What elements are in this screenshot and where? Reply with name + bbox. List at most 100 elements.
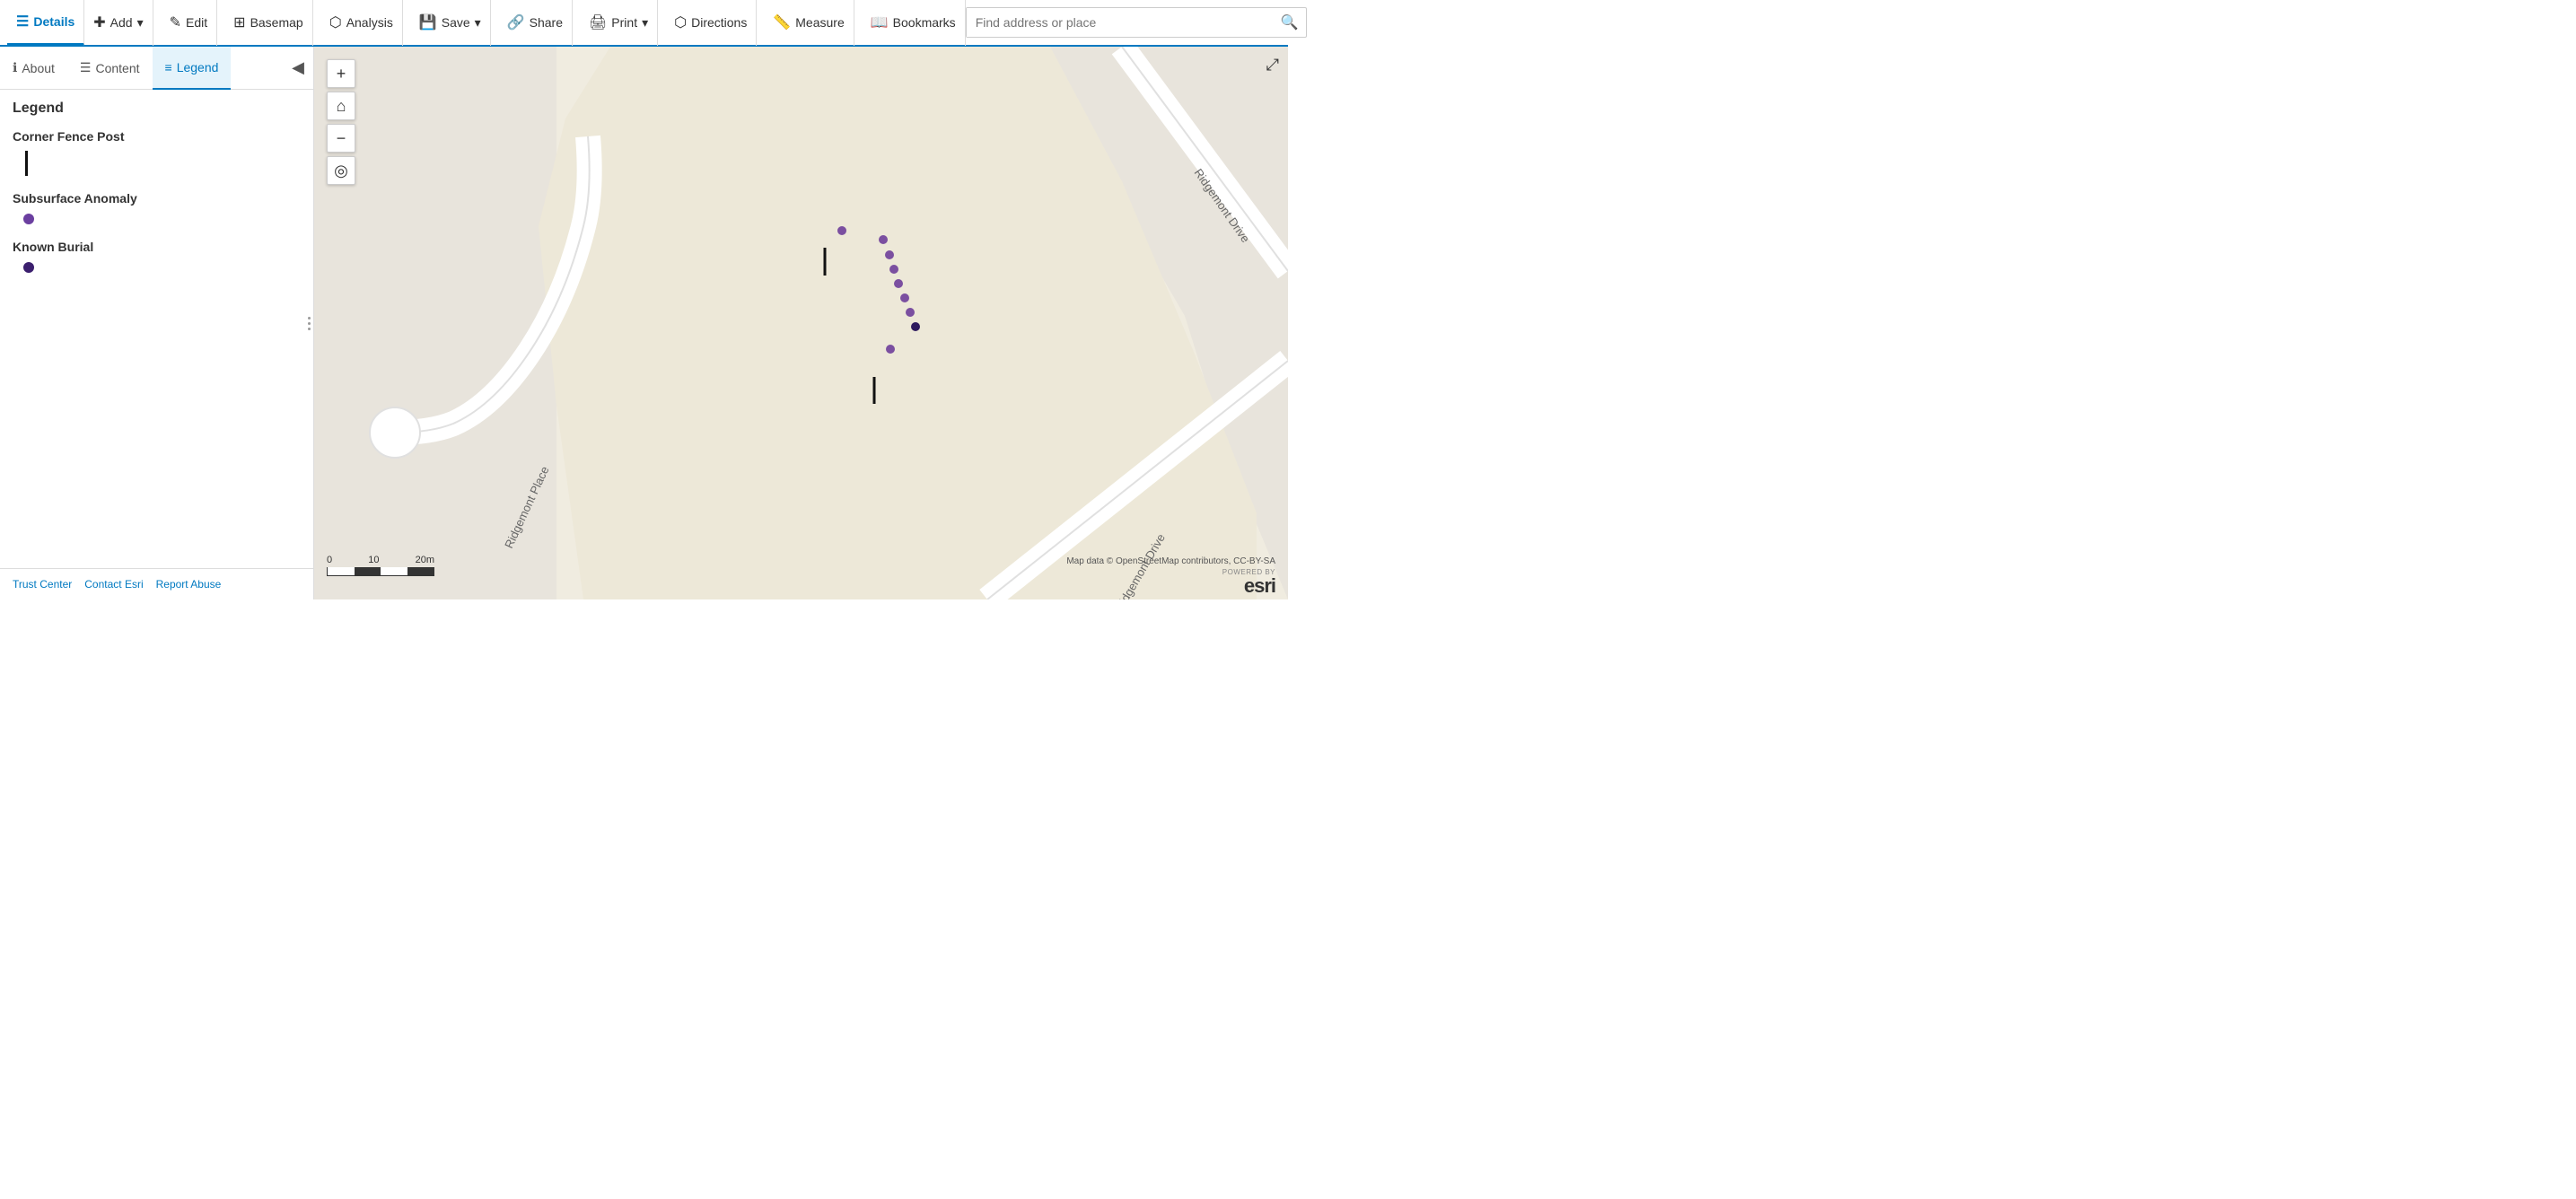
scale-seg-3 (381, 567, 407, 575)
sidebar-collapse-button[interactable]: ◀ (283, 58, 313, 77)
scale-label-0: 0 (327, 555, 332, 565)
print-dropdown-icon: ▾ (642, 15, 648, 31)
home-icon: ⌂ (337, 97, 346, 116)
measure-label: Measure (795, 15, 844, 30)
toolbar-bookmarks[interactable]: 📖 Bookmarks (862, 0, 966, 46)
legend-title: Legend (13, 101, 301, 117)
resize-dot (308, 328, 311, 330)
search-button[interactable]: 🔍 (1274, 13, 1306, 31)
search-input[interactable] (967, 8, 1274, 37)
zoom-in-button[interactable]: + (327, 59, 355, 88)
toolbar-add[interactable]: ✚ Add ▾ (84, 0, 153, 46)
add-dropdown-icon: ▾ (137, 15, 144, 31)
legend-layer-known-burial: Known Burial (13, 240, 301, 254)
map-container[interactable]: Ridgemont Drive Ridgemont Place Ridgemon… (314, 47, 1288, 600)
analysis-icon: ⬡ (329, 13, 342, 31)
esri-logo-text: esri (1244, 576, 1275, 596)
legend-symbol-dot-purple (16, 213, 301, 227)
directions-icon: ⬡ (674, 13, 687, 31)
map-svg: Ridgemont Drive Ridgemont Place Ridgemon… (314, 47, 1288, 600)
trust-center-link[interactable]: Trust Center (13, 578, 72, 591)
legend-icon: ≡ (165, 60, 172, 74)
scale-bar: 0 10 20m (327, 555, 434, 576)
legend-layer-subsurface-anomaly: Subsurface Anomaly (13, 191, 301, 206)
resize-dot (308, 322, 311, 325)
details-icon: ☰ (16, 13, 29, 31)
tab-legend[interactable]: ≡ Legend (153, 47, 232, 90)
toolbar-details[interactable]: ☰ Details (7, 0, 84, 46)
toolbar-directions[interactable]: ⬡ Directions (665, 0, 757, 46)
toolbar-measure[interactable]: 📏 Measure (764, 0, 854, 46)
details-label: Details (33, 14, 74, 29)
content-icon: ☰ (80, 60, 92, 75)
analysis-label: Analysis (346, 15, 393, 30)
measure-icon: 📏 (773, 13, 791, 31)
sidebar-resize-handle[interactable] (304, 305, 313, 341)
toolbar: ☰ Details ✚ Add ▾ ✎ Edit ⊞ Basemap ⬡ Ana… (0, 0, 1288, 47)
scale-labels: 0 10 20m (327, 555, 434, 565)
search-box[interactable]: 🔍 (966, 7, 1307, 38)
legend-symbol-line (16, 151, 301, 179)
add-label: Add (110, 15, 133, 30)
toolbar-analysis[interactable]: ⬡ Analysis (320, 0, 403, 46)
resize-dot (308, 317, 311, 319)
directions-label: Directions (691, 15, 747, 30)
toolbar-save[interactable]: 💾 Save ▾ (410, 0, 491, 46)
legend-label: Legend (177, 60, 219, 74)
content-label: Content (95, 61, 139, 75)
dot-purple-symbol (23, 214, 34, 224)
map-attribution: Map data © OpenStreetMap contributors, C… (1066, 556, 1275, 566)
home-button[interactable]: ⌂ (327, 92, 355, 120)
report-abuse-link[interactable]: Report Abuse (156, 578, 222, 591)
save-label: Save (442, 15, 470, 30)
locate-button[interactable]: ◎ (327, 156, 355, 185)
zoom-in-icon: + (337, 65, 346, 83)
line-symbol (25, 151, 28, 176)
scale-seg-2 (355, 567, 381, 575)
bookmarks-icon: 📖 (871, 13, 889, 31)
basemap-icon: ⊞ (233, 13, 245, 31)
scale-seg-1 (328, 567, 355, 575)
search-icon: 🔍 (1281, 15, 1299, 31)
toolbar-basemap[interactable]: ⊞ Basemap (224, 0, 313, 46)
locate-icon: ◎ (334, 162, 348, 180)
sidebar-footer: Trust Center Contact Esri Report Abuse (0, 568, 313, 600)
scale-label-20: 20m (416, 555, 434, 565)
scale-label-10: 10 (368, 555, 379, 565)
sidebar-tabs: ℹ About ☰ Content ≡ Legend ◀ (0, 47, 313, 90)
add-icon: ✚ (93, 13, 105, 31)
tab-content[interactable]: ☰ Content (67, 47, 153, 90)
bookmarks-label: Bookmarks (893, 15, 956, 30)
zoom-out-button[interactable]: − (327, 124, 355, 153)
about-label: About (22, 61, 55, 75)
tab-about[interactable]: ℹ About (0, 47, 67, 90)
attribution-area: Map data © OpenStreetMap contributors, C… (1066, 556, 1275, 596)
scale-seg-4 (407, 567, 434, 575)
scale-graphic (327, 567, 434, 576)
edit-icon: ✎ (170, 13, 181, 31)
about-icon: ℹ (13, 60, 17, 75)
expand-icon: ⤢ (1266, 56, 1279, 74)
legend-layer-corner-fence-post: Corner Fence Post (13, 129, 301, 144)
map-controls: + ⌂ − ◎ (327, 59, 355, 185)
zoom-out-icon: − (337, 129, 346, 148)
legend-content: Legend Corner Fence Post Subsurface Anom… (0, 90, 313, 568)
toolbar-print[interactable]: 🖨 Print ▾ (580, 0, 658, 46)
edit-label: Edit (186, 15, 207, 30)
contact-esri-link[interactable]: Contact Esri (84, 578, 143, 591)
save-dropdown-icon: ▾ (475, 15, 481, 31)
legend-symbol-dot-dark (16, 261, 301, 276)
dot-dark-symbol (23, 262, 34, 273)
share-label: Share (530, 15, 563, 30)
toolbar-share[interactable]: 🔗 Share (498, 0, 573, 46)
print-icon: 🖨 (589, 13, 607, 31)
share-icon: 🔗 (507, 13, 525, 31)
sidebar: ℹ About ☰ Content ≡ Legend ◀ Legend Corn… (0, 47, 314, 600)
basemap-label: Basemap (250, 15, 303, 30)
expand-button[interactable]: ⤢ (1266, 56, 1279, 74)
main-layout: ℹ About ☰ Content ≡ Legend ◀ Legend Corn… (0, 47, 1288, 600)
powered-by: POWERED BY esri (1222, 568, 1275, 596)
toolbar-edit[interactable]: ✎ Edit (161, 0, 218, 46)
save-icon: 💾 (419, 13, 437, 31)
print-label: Print (611, 15, 637, 30)
